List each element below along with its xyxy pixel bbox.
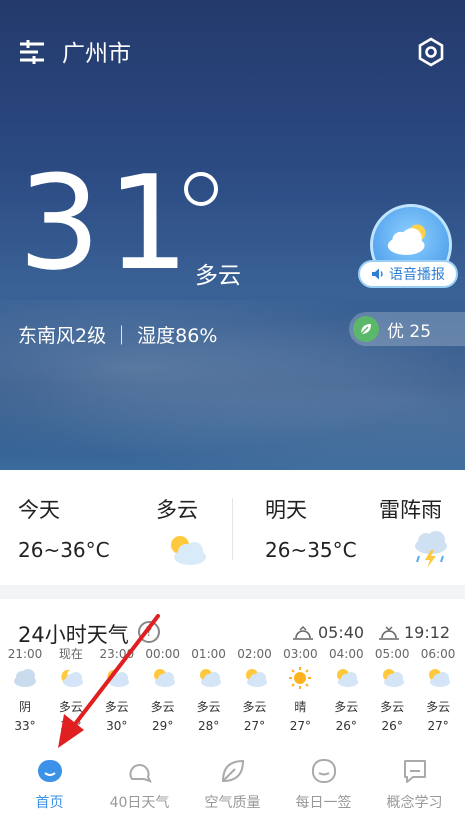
partly-cloudy-icon bbox=[232, 663, 278, 693]
partly-cloudy-icon bbox=[171, 536, 206, 565]
hour-temp: 27° bbox=[243, 719, 266, 733]
hour-condition: 多云 bbox=[426, 700, 451, 714]
partly-cloudy-icon bbox=[140, 663, 186, 693]
tomorrow-card[interactable]: 明天 雷阵雨 26~35°C bbox=[233, 470, 465, 585]
day-name: 今天 bbox=[18, 498, 60, 522]
hour-temp: 29° bbox=[152, 719, 174, 733]
degree-symbol bbox=[184, 172, 218, 206]
partly-cloudy-night-icon bbox=[48, 663, 94, 693]
hour-time: 21:00 bbox=[7, 647, 43, 661]
tab-label: 40日天气 bbox=[109, 795, 170, 811]
voice-broadcast-label: 语音播报 bbox=[389, 267, 445, 283]
tab-air-quality[interactable]: 空气质量 bbox=[186, 748, 279, 814]
hour-condition: 多云 bbox=[58, 700, 83, 714]
hour-time: 06:00 bbox=[420, 647, 456, 661]
sunset-label: 19:12 bbox=[404, 623, 451, 642]
hourly-item: 06:00 多云 27° bbox=[415, 645, 461, 735]
voice-broadcast-button[interactable]: 语音播报 bbox=[358, 260, 458, 288]
hour-condition: 多云 bbox=[150, 700, 175, 714]
face-icon bbox=[312, 759, 336, 783]
hour-time: 01:00 bbox=[191, 647, 226, 661]
sunrise-icon bbox=[293, 625, 313, 640]
hour-temp: 31° bbox=[60, 719, 82, 733]
leaf-icon bbox=[353, 316, 379, 342]
hour-temp: 27° bbox=[289, 719, 312, 733]
bottom-tab-bar: 首页 40日天气 空气质量 每日一签 概念学习 bbox=[0, 748, 465, 814]
hour-condition: 多云 bbox=[104, 700, 129, 714]
hour-condition: 多云 bbox=[242, 700, 267, 714]
speaker-icon bbox=[372, 268, 383, 280]
hour-temp: 30° bbox=[106, 719, 128, 733]
day-temp-range: 26~35°C bbox=[265, 538, 357, 562]
hourly-item: 05:00 多云 26° bbox=[369, 645, 415, 735]
weather-hero: 广州市 31 多云 东南风2级 ｜ 湿度86% 语音播报 优 25 bbox=[0, 0, 465, 470]
info-icon[interactable]: ? bbox=[138, 621, 160, 643]
sunrise-time: 05:40 bbox=[292, 623, 364, 642]
day-temp-range: 26~36°C bbox=[18, 538, 110, 562]
tab-concept-learning[interactable]: 概念学习 bbox=[368, 748, 461, 814]
day-name: 明天 bbox=[265, 498, 307, 522]
hour-condition: 多云 bbox=[334, 700, 359, 714]
current-condition: 多云 bbox=[195, 263, 241, 289]
wind-humidity: 东南风2级 ｜ 湿度86% bbox=[18, 325, 218, 347]
hour-condition: 晴 bbox=[294, 700, 307, 714]
hour-condition: 多云 bbox=[380, 700, 405, 714]
tab-label: 首页 bbox=[35, 795, 64, 811]
hour-time: 00:00 bbox=[145, 647, 180, 661]
hourly-item: 23:00 多云 30° bbox=[94, 645, 140, 735]
hour-time: 02:00 bbox=[237, 647, 272, 661]
hour-condition: 阴 bbox=[18, 700, 31, 714]
current-temperature: 31 bbox=[18, 147, 196, 299]
hourly-item: 02:00 多云 27° bbox=[232, 645, 278, 735]
hour-temp: 26° bbox=[381, 719, 403, 733]
cloud-icon bbox=[2, 663, 48, 693]
forecast-icon bbox=[129, 764, 152, 783]
hour-time: 05:00 bbox=[374, 647, 410, 661]
city-name[interactable]: 广州市 bbox=[62, 34, 131, 68]
day-condition: 多云 bbox=[156, 498, 198, 522]
sunset-icon bbox=[379, 626, 399, 640]
tab-daily-sign[interactable]: 每日一签 bbox=[277, 748, 370, 814]
hour-time: 现在 bbox=[58, 647, 83, 661]
sun-icon bbox=[277, 663, 323, 693]
partly-cloudy-icon bbox=[369, 663, 415, 693]
thunderstorm-icon bbox=[415, 531, 447, 568]
menu-icon[interactable] bbox=[18, 38, 46, 66]
hourly-item: 00:00 多云 29° bbox=[140, 645, 186, 735]
aqi-badge[interactable]: 优 25 bbox=[349, 312, 465, 346]
hourly-item: 01:00 多云 28° bbox=[186, 645, 232, 735]
tab-label: 概念学习 bbox=[386, 795, 443, 811]
day-condition: 雷阵雨 bbox=[379, 498, 442, 522]
hour-temp: 33° bbox=[14, 719, 36, 733]
hour-time: 03:00 bbox=[283, 647, 318, 661]
hour-temp: 28° bbox=[197, 719, 220, 733]
sunrise-label: 05:40 bbox=[318, 623, 365, 642]
partly-cloudy-icon bbox=[186, 663, 232, 693]
hour-temp: 26° bbox=[335, 719, 357, 733]
tab-40-day[interactable]: 40日天气 bbox=[93, 748, 186, 814]
hourly-item: 现在多云 31° bbox=[48, 645, 94, 735]
hourly-item: 04:00 多云 26° bbox=[323, 645, 369, 735]
today-card[interactable]: 今天 多云 26~36°C bbox=[0, 470, 232, 585]
chat-icon bbox=[404, 760, 426, 783]
hour-temp: 27° bbox=[427, 719, 449, 733]
hour-time: 04:00 bbox=[329, 647, 364, 661]
daily-summary-card: 今天 多云 26~36°C 明天 雷阵雨 26~35°C bbox=[0, 470, 465, 585]
settings-icon[interactable] bbox=[416, 37, 446, 67]
hourly-item: 03:00 晴 27° bbox=[277, 645, 323, 735]
hour-time: 23:00 bbox=[99, 647, 135, 661]
aqi-label: 优 25 bbox=[387, 321, 432, 342]
hourly-item: 21:00 阴 33° bbox=[2, 645, 48, 735]
partly-cloudy-icon bbox=[415, 663, 461, 693]
tab-label: 空气质量 bbox=[204, 795, 261, 811]
tab-home[interactable]: 首页 bbox=[3, 748, 96, 814]
hour-condition: 多云 bbox=[196, 700, 221, 714]
partly-cloudy-icon bbox=[323, 663, 369, 693]
home-icon bbox=[38, 760, 62, 782]
sunset-time: 19:12 bbox=[378, 623, 450, 642]
partly-cloudy-night-icon bbox=[94, 663, 140, 693]
tab-label: 每日一签 bbox=[295, 795, 352, 811]
leaf-icon bbox=[221, 759, 245, 783]
